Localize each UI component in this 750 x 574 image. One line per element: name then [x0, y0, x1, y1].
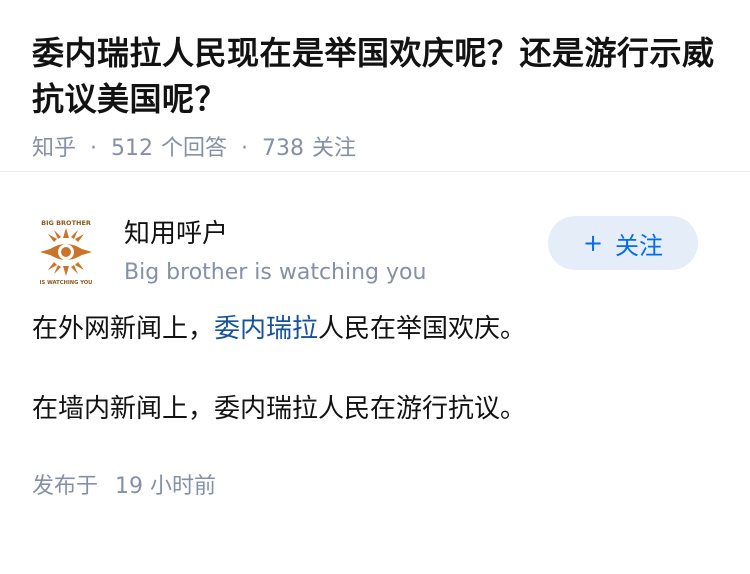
- plus-icon: +: [582, 229, 604, 257]
- follower-count-label: 关注: [312, 136, 357, 161]
- answer-count-label: 个回答: [161, 136, 228, 161]
- publish-time: 发布于 19 小时前: [32, 472, 718, 502]
- answer-card: BIG BROTHER IS WATCHING YOU 知用呼户 Big bro…: [0, 202, 750, 502]
- section-divider: [0, 171, 750, 172]
- author-name[interactable]: 知用呼户: [124, 216, 426, 252]
- publish-label: 发布于: [32, 474, 99, 499]
- answer-paragraph: 在墙内新闻上，委内瑞拉人民在游行抗议。: [32, 394, 527, 424]
- answer-count: 512: [111, 136, 154, 161]
- source-label[interactable]: 知乎: [32, 134, 76, 164]
- answer-page: 委内瑞拉人民现在是举国欢庆呢？还是游行示威抗议美国呢？ 知乎 · 512 个回答…: [0, 0, 750, 574]
- big-brother-eye-icon: BIG BROTHER IS WATCHING YOU: [32, 218, 100, 286]
- answer-body: 在外网新闻上，委内瑞拉人民在举国欢庆。 在墙内新闻上，委内瑞拉人民在游行抗议。: [32, 310, 718, 428]
- answer-paragraph: 在外网新闻上，委内瑞拉人民在举国欢庆。: [32, 310, 718, 348]
- answer-text: 在外网新闻上，: [32, 314, 215, 344]
- publish-time-value: 19 小时前: [115, 474, 217, 499]
- follow-button[interactable]: + 关注: [548, 216, 698, 270]
- svg-text:BIG BROTHER: BIG BROTHER: [41, 219, 91, 227]
- avatar[interactable]: BIG BROTHER IS WATCHING YOU: [32, 218, 100, 286]
- meta-separator: ·: [90, 136, 98, 161]
- author-row: BIG BROTHER IS WATCHING YOU 知用呼户 Big bro…: [32, 202, 718, 302]
- question-title[interactable]: 委内瑞拉人民现在是举国欢庆呢？还是游行示威抗议美国呢？: [32, 30, 718, 122]
- meta-separator: ·: [241, 136, 249, 161]
- author-info: 知用呼户 Big brother is watching you: [124, 216, 426, 288]
- follow-button-label: 关注: [615, 231, 664, 260]
- question-header: 委内瑞拉人民现在是举国欢庆呢？还是游行示威抗议美国呢？ 知乎 · 512 个回答…: [0, 0, 750, 171]
- follower-count: 738: [262, 136, 305, 161]
- answer-text: 人民在举国欢庆。: [318, 314, 527, 344]
- svg-text:IS WATCHING YOU: IS WATCHING YOU: [40, 280, 93, 286]
- venezuela-link[interactable]: 委内瑞拉: [214, 314, 318, 344]
- question-meta: 知乎 · 512 个回答 · 738 关注: [32, 134, 718, 164]
- author-headline: Big brother is watching you: [124, 260, 427, 285]
